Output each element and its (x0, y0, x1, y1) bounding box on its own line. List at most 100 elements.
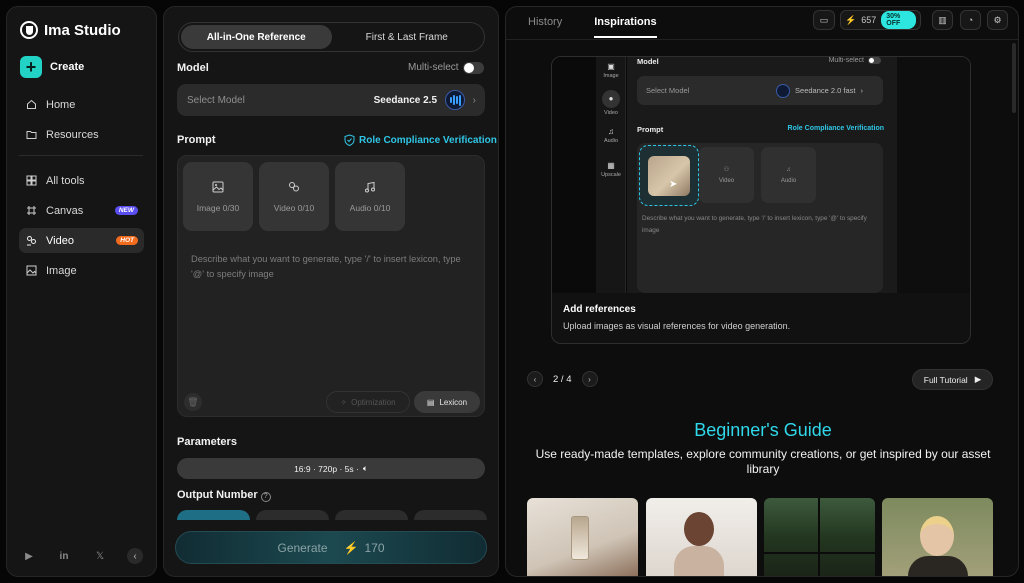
guide-thumbnail[interactable] (764, 498, 875, 576)
credits-badge[interactable]: ⚡ 657 30% OFF (840, 10, 921, 30)
logo-icon (20, 21, 38, 39)
sidebar-divider (19, 155, 143, 156)
bolt-icon: ⚡ (343, 540, 359, 555)
settings-icon[interactable]: ⚙ (987, 10, 1008, 30)
linkedin-icon[interactable]: in (57, 549, 71, 563)
role-compliance-label: Role Compliance Verification (359, 134, 497, 146)
demo-nav-audio: ♫ Audio (596, 127, 626, 144)
person-body-image (674, 546, 724, 576)
selected-model: Seedance 2.5 (373, 94, 437, 106)
music-note-icon: ♫ (786, 166, 791, 173)
lexicon-button[interactable]: ▤ Lexicon (414, 391, 480, 413)
tutorial-card: ▣ Image ● Video ♫ Audio ▦ Upscale Model Mult… (551, 56, 971, 344)
prompt-input[interactable]: Describe what you want to generate, type… (191, 252, 476, 282)
optimization-label: Optimization (351, 397, 396, 407)
upload-video-label: Video 0/10 (273, 202, 315, 213)
demo-right-blank (897, 57, 970, 293)
video-icon (26, 235, 37, 246)
credits-value: 657 (861, 15, 877, 25)
upload-audio-label: Audio 0/10 (349, 202, 391, 213)
upload-audio-button[interactable]: Audio 0/10 (335, 162, 405, 231)
grid-icon (26, 175, 37, 186)
tab-history[interactable]: History (528, 16, 562, 38)
demo-model-select: Select Model Seedance 2.0 fast › (637, 76, 883, 105)
output-number-option[interactable] (335, 510, 408, 520)
plus-icon: + (20, 56, 42, 78)
previous-button[interactable]: ‹ (527, 371, 543, 387)
sidebar-item-home[interactable]: Home (19, 92, 144, 117)
demo-prompt-box: ➤ ⚇ Video ♫ Audio Describe what you want t… (637, 143, 883, 293)
chevron-right-icon: › (472, 94, 476, 106)
role-compliance-link[interactable]: Role Compliance Verification (344, 134, 497, 146)
scrollbar[interactable] (1012, 43, 1016, 113)
demo-role-compliance: Role Compliance Verification (787, 125, 884, 132)
demo-nav-video: ● Video (596, 90, 626, 116)
inspirations-panel: History Inspirations ▭ ⚡ 657 30% OFF ▥ ◔… (505, 6, 1019, 577)
collapse-sidebar-button[interactable]: ‹ (127, 548, 143, 564)
tab-first-last-frame[interactable]: First & Last Frame (332, 25, 483, 49)
demo-toggle (868, 57, 881, 64)
parameters-label: Parameters (177, 436, 237, 448)
parameters-button[interactable]: 16:9 · 720p · 5s · 🔈︎ (177, 458, 485, 479)
upload-image-button[interactable]: Image 0/30 (183, 162, 253, 231)
demo-audio-label: Audio (780, 177, 797, 184)
sidebar-item-label: All tools (46, 174, 85, 187)
guide-thumbnail[interactable] (527, 498, 638, 576)
output-number-option[interactable] (177, 510, 250, 520)
output-number-option[interactable] (256, 510, 329, 520)
upload-video-button[interactable]: Video 0/10 (259, 162, 329, 231)
shield-check-icon (344, 134, 355, 146)
folder-icon (26, 129, 37, 140)
sidebar-item-all-tools[interactable]: All tools (19, 168, 144, 193)
tab-all-in-one-reference[interactable]: All-in-One Reference (181, 25, 332, 49)
guide-title: Beginner's Guide (694, 420, 832, 440)
youtube-icon[interactable]: ▶ (22, 549, 36, 563)
generator-panel: All-in-One Reference First & Last Frame … (163, 6, 499, 577)
create-button[interactable]: + Create (20, 56, 84, 78)
multi-select-toggle[interactable] (463, 62, 484, 74)
sidebar-item-image[interactable]: Image (19, 258, 144, 283)
help-icon[interactable]: ? (260, 492, 271, 502)
brand-logo[interactable]: Ima Studio (20, 21, 121, 39)
tab-inspirations[interactable]: Inspirations (594, 16, 657, 38)
bolt-icon: ⚡ (845, 14, 857, 25)
lexicon-label: Lexicon (439, 397, 468, 407)
sidebar-item-canvas[interactable]: Canvas NEW (19, 198, 144, 223)
demo-nav-upscale: ▦ Upscale (596, 161, 626, 178)
multi-select-label: Multi-select (408, 62, 459, 73)
select-placeholder: Select Model (187, 94, 245, 106)
full-tutorial-button[interactable]: Full Tutorial ▶ (912, 369, 993, 390)
output-number-label: Output Number (177, 489, 258, 501)
person-image (920, 516, 954, 556)
next-button[interactable]: › (581, 371, 598, 387)
demo-selected-upload: ➤ (639, 145, 699, 206)
demo-model-label: Model (637, 57, 659, 66)
demo-audio-slot: ♫ Audio (761, 147, 816, 203)
guide-thumbnail[interactable] (646, 498, 757, 576)
model-label: Model (177, 62, 209, 74)
sidebar-item-resources[interactable]: Resources (19, 122, 144, 147)
sidebar-item-label: Image (46, 264, 77, 277)
video-ref-icon: ⚇ (723, 167, 730, 173)
image-icon (26, 265, 37, 276)
guide-thumbnail[interactable] (882, 498, 993, 576)
demo-main: Model Multi-select Select Model Seedance… (627, 57, 897, 293)
x-icon[interactable]: 𝕏 (93, 549, 107, 563)
book-open-icon[interactable]: ▥ (932, 10, 953, 30)
sparkle-icon: ✧ (340, 397, 348, 407)
demo-placeholder: Describe what you want to generate, type… (642, 215, 867, 234)
demo-nav-label: Audio (603, 138, 619, 144)
optimization-button[interactable]: ✧ Optimization (326, 391, 410, 413)
hot-badge: HOT (116, 236, 138, 245)
generate-button[interactable]: Generate ⚡ 170 (175, 531, 487, 564)
trash-icon[interactable]: 🗑 (184, 393, 202, 411)
person-image (684, 512, 714, 546)
music-note-icon: ♫ (608, 127, 614, 136)
output-number-option[interactable] (414, 510, 487, 520)
seedance-model-icon (445, 90, 465, 110)
sidebar-item-video[interactable]: Video HOT (19, 228, 144, 253)
gift-icon[interactable]: ▭ (813, 10, 835, 30)
bell-icon[interactable]: ◔ (960, 10, 981, 30)
model-select[interactable]: Select Model Seedance 2.5 › (177, 84, 485, 116)
chevron-right-icon: › (860, 86, 864, 95)
